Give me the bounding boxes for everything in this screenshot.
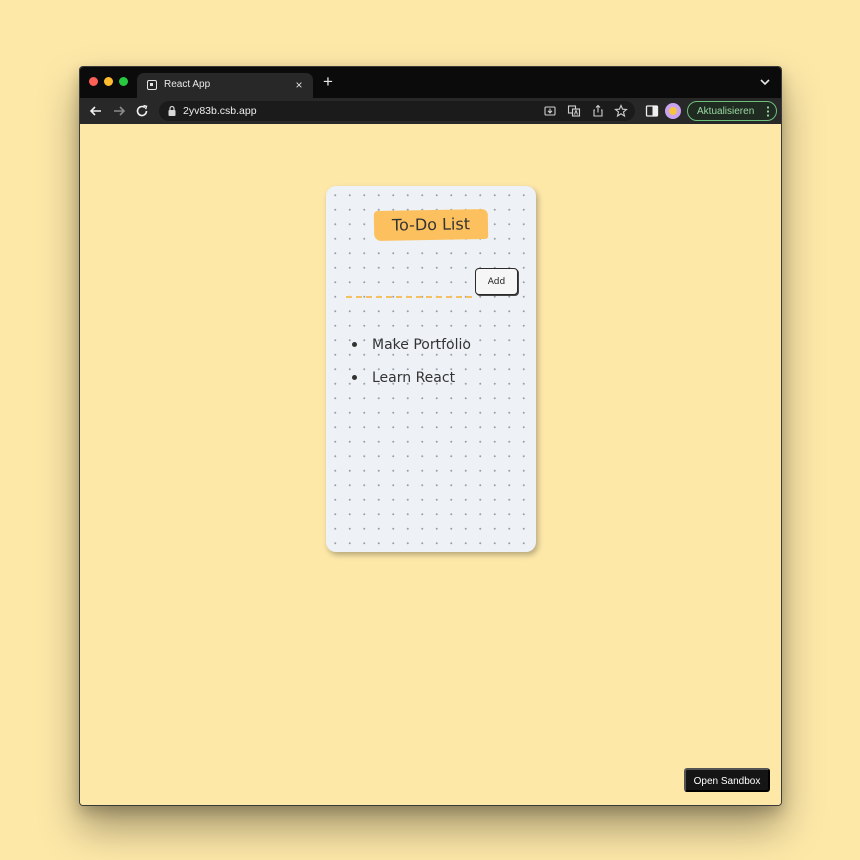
star-icon[interactable] bbox=[614, 104, 628, 118]
kebab-menu-icon[interactable] bbox=[766, 106, 770, 117]
update-button-label: Aktualisieren bbox=[697, 106, 755, 117]
open-sandbox-button[interactable]: Open Sandbox bbox=[684, 768, 770, 792]
url-text: 2yv83b.csb.app bbox=[183, 105, 257, 117]
maximize-window-icon[interactable] bbox=[119, 77, 128, 86]
bullet-icon bbox=[352, 375, 357, 380]
todo-list: Make Portfolio Learn React bbox=[350, 335, 471, 401]
address-bar[interactable]: 2yv83b.csb.app bbox=[159, 101, 635, 121]
side-panel-icon[interactable] bbox=[645, 104, 659, 118]
todo-item[interactable]: Make Portfolio bbox=[350, 335, 471, 368]
close-window-icon[interactable] bbox=[89, 77, 98, 86]
todo-card: To-Do List Add Make Portfolio Learn Reac… bbox=[326, 186, 536, 552]
tab-close-icon[interactable]: × bbox=[292, 78, 306, 92]
new-tab-icon[interactable]: + bbox=[320, 73, 336, 90]
reload-icon[interactable] bbox=[133, 102, 151, 120]
minimize-window-icon[interactable] bbox=[104, 77, 113, 86]
todo-input[interactable] bbox=[346, 278, 472, 298]
forward-arrow-icon[interactable] bbox=[110, 102, 128, 120]
todo-item[interactable]: Learn React bbox=[350, 368, 471, 401]
browser-toolbar: 2yv83b.csb.app Aktualisieren bbox=[80, 98, 781, 124]
back-arrow-icon[interactable] bbox=[87, 102, 105, 120]
tab-list-chevron-icon[interactable] bbox=[759, 76, 771, 88]
add-button[interactable]: Add bbox=[475, 268, 518, 295]
bullet-icon bbox=[352, 342, 357, 347]
update-browser-button[interactable]: Aktualisieren bbox=[687, 101, 777, 121]
todo-item-label: Learn React bbox=[372, 370, 456, 386]
translate-icon[interactable] bbox=[567, 104, 581, 118]
share-icon[interactable] bbox=[591, 104, 605, 118]
browser-window: React App × + 2yv83b.csb.app Aktualisier… bbox=[79, 66, 782, 806]
tab-title: React App bbox=[164, 79, 211, 90]
browser-tab[interactable]: React App × bbox=[137, 73, 313, 98]
page-viewport: To-Do List Add Make Portfolio Learn Reac… bbox=[80, 124, 781, 805]
profile-avatar[interactable] bbox=[665, 103, 681, 119]
install-icon[interactable] bbox=[543, 104, 557, 118]
todo-item-label: Make Portfolio bbox=[372, 337, 471, 353]
page-title: To-Do List bbox=[373, 209, 489, 241]
tab-favicon-icon bbox=[147, 80, 157, 90]
lock-icon[interactable] bbox=[167, 105, 177, 117]
browser-titlebar: React App × + bbox=[80, 67, 781, 98]
